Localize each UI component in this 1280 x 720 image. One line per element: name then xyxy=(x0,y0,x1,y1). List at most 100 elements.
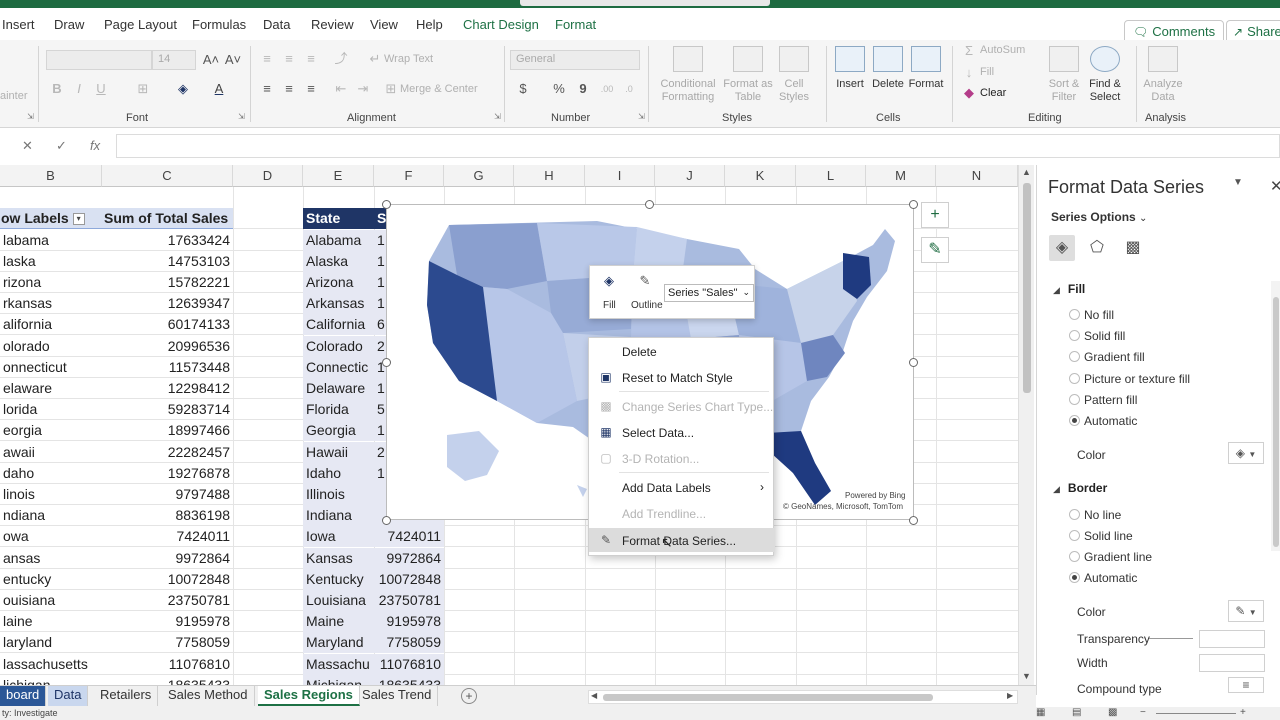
pivot-value-cell[interactable]: 9972864 xyxy=(102,548,233,569)
state-cell[interactable]: California xyxy=(303,314,374,336)
fill-section-header[interactable]: ◢ Fill xyxy=(1053,282,1085,296)
wrap-text-icon[interactable]: ↵ xyxy=(366,50,384,68)
state-cell[interactable]: Maine xyxy=(303,611,374,633)
radio-button-selected[interactable] xyxy=(1069,572,1080,583)
resize-handle[interactable] xyxy=(382,358,391,367)
pivot-value-cell[interactable]: 15782221 xyxy=(102,272,233,293)
pivot-value-cell[interactable]: 18635433 xyxy=(102,675,233,685)
increase-decimal-icon[interactable]: .00 xyxy=(598,80,616,98)
pivot-value-cell[interactable]: 59283714 xyxy=(102,399,233,420)
pane-options-chevron-icon[interactable]: ▼ xyxy=(1233,177,1243,188)
merge-center-label[interactable]: Merge & Center xyxy=(400,83,478,95)
pivot-value-cell[interactable]: 10072848 xyxy=(102,569,233,590)
series-options-tab-icon[interactable]: ▩ xyxy=(1120,235,1146,261)
border-option-automatic[interactable]: Automatic xyxy=(1069,571,1137,585)
state-cell[interactable]: Idaho xyxy=(303,462,374,484)
radio-button[interactable] xyxy=(1069,330,1080,341)
pivot-value-cell[interactable]: 22282457 xyxy=(102,442,233,463)
col-header-l[interactable]: L xyxy=(796,165,866,187)
pivot-value-cell[interactable]: 11076810 xyxy=(102,654,233,675)
tab-view[interactable]: View xyxy=(370,17,398,32)
clear-label[interactable]: Clear xyxy=(980,87,1006,99)
find-select-button[interactable]: Find & Select xyxy=(1082,46,1128,104)
pivot-label-cell[interactable]: laryland xyxy=(0,632,102,653)
font-name-box[interactable] xyxy=(46,50,152,70)
comma-style-icon[interactable]: 9 xyxy=(574,80,592,98)
pivot-label-cell[interactable]: ouisiana xyxy=(0,590,102,611)
col-header-k[interactable]: K xyxy=(725,165,796,187)
pivot-row-labels-header[interactable]: ow Labels ▾ xyxy=(0,208,102,229)
table-state-header[interactable]: State xyxy=(303,208,374,229)
cell-styles-button[interactable]: Cell Styles xyxy=(772,46,816,104)
series-select[interactable]: Series "Sales" ⌄ xyxy=(664,284,754,302)
font-color-icon[interactable]: A xyxy=(210,80,228,98)
autosum-label[interactable]: AutoSum xyxy=(980,44,1025,56)
align-right-icon[interactable]: ≡ xyxy=(302,80,320,98)
wrap-text-label[interactable]: Wrap Text xyxy=(384,53,433,65)
sort-filter-button[interactable]: Sort & Filter xyxy=(1042,46,1086,104)
pivot-label-cell[interactable]: lorida xyxy=(0,399,102,420)
menu-item-delete[interactable]: Delete xyxy=(589,339,775,363)
align-center-icon[interactable]: ≡ xyxy=(280,80,298,98)
page-layout-view-icon[interactable]: ▤ xyxy=(1072,707,1081,718)
pivot-label-cell[interactable]: ansas xyxy=(0,548,102,569)
state-cell[interactable]: Maryland xyxy=(303,632,374,654)
menu-item-format-data-series[interactable]: ✎ Format Data Series... xyxy=(589,528,775,552)
pivot-value-cell[interactable]: 11573448 xyxy=(102,357,233,378)
merge-icon[interactable]: ⊞ xyxy=(382,80,400,98)
pivot-label-cell[interactable]: olorado xyxy=(0,336,102,357)
sheet-tab-sales-trend[interactable]: Sales Trend xyxy=(356,686,439,706)
chart-styles-icon[interactable]: ✎ xyxy=(921,237,949,263)
sales-cell[interactable]: 9195978 xyxy=(374,611,444,633)
state-cell[interactable]: Illinois xyxy=(303,483,374,505)
state-cell[interactable]: Arizona xyxy=(303,271,374,293)
state-hawaii[interactable] xyxy=(577,485,587,497)
pivot-value-cell[interactable]: 20996536 xyxy=(102,336,233,357)
decrease-font-icon[interactable]: A˅ xyxy=(224,51,242,69)
scroll-down-icon[interactable]: ▼ xyxy=(1022,671,1031,681)
scroll-up-icon[interactable]: ▲ xyxy=(1022,167,1031,177)
radio-button[interactable] xyxy=(1069,509,1080,520)
mini-fill-label[interactable]: Fill xyxy=(603,300,616,311)
outline-pen-icon[interactable]: ✎ xyxy=(636,272,654,290)
sheet-tab-sales-method[interactable]: Sales Method xyxy=(162,686,255,706)
sales-cell[interactable]: 18635433 xyxy=(374,674,444,685)
delete-cells-button[interactable]: Delete xyxy=(868,46,908,91)
fill-bucket-icon[interactable]: ◈ xyxy=(600,272,618,290)
series-options-dropdown[interactable]: Series Options ⌄ xyxy=(1051,210,1147,224)
resize-handle[interactable] xyxy=(382,516,391,525)
menu-item-reset-style[interactable]: ▣ Reset to Match Style xyxy=(589,365,775,389)
font-launcher-icon[interactable]: ⇲ xyxy=(238,112,245,121)
orientation-icon[interactable]: ⤴ xyxy=(332,50,350,68)
autosum-icon[interactable]: Σ xyxy=(960,42,978,60)
pivot-value-cell[interactable]: 23750781 xyxy=(102,590,233,611)
pivot-label-cell[interactable]: alifornia xyxy=(0,314,102,335)
filter-dropdown-icon[interactable]: ▾ xyxy=(72,213,85,226)
compound-type-select[interactable]: ≡ xyxy=(1228,677,1264,693)
tab-formulas[interactable]: Formulas xyxy=(192,17,246,32)
pivot-value-cell[interactable]: 12639347 xyxy=(102,293,233,314)
col-header-m[interactable]: M xyxy=(866,165,936,187)
pivot-value-cell[interactable]: 7758059 xyxy=(102,632,233,653)
pivot-label-cell[interactable]: lassachusetts xyxy=(0,654,102,675)
tab-data[interactable]: Data xyxy=(263,17,290,32)
pivot-value-cell[interactable]: 12298412 xyxy=(102,378,233,399)
currency-icon[interactable]: $ xyxy=(514,80,532,98)
col-header-e[interactable]: E xyxy=(303,165,374,187)
alignment-launcher-icon[interactable]: ⇲ xyxy=(494,112,501,121)
add-sheet-icon[interactable]: + xyxy=(461,688,477,704)
tab-review[interactable]: Review xyxy=(311,17,354,32)
pivot-sum-header[interactable]: Sum of Total Sales xyxy=(102,208,233,229)
eraser-icon[interactable]: ◆ xyxy=(960,84,978,102)
border-option-solid[interactable]: Solid line xyxy=(1069,529,1133,543)
menu-item-add-data-labels[interactable]: Add Data Labels › xyxy=(589,475,775,499)
pivot-label-cell[interactable]: awaii xyxy=(0,442,102,463)
zoom-out-icon[interactable]: − xyxy=(1140,707,1146,718)
tab-chart-design[interactable]: Chart Design xyxy=(463,17,539,32)
pivot-value-cell[interactable]: 7424011 xyxy=(102,526,233,547)
pivot-value-cell[interactable]: 9797488 xyxy=(102,484,233,505)
state-cell[interactable]: Arkansas xyxy=(303,293,374,315)
resize-handle[interactable] xyxy=(645,200,654,209)
state-cell[interactable]: Michigan xyxy=(303,674,374,685)
pivot-value-cell[interactable]: 17633424 xyxy=(102,230,233,251)
